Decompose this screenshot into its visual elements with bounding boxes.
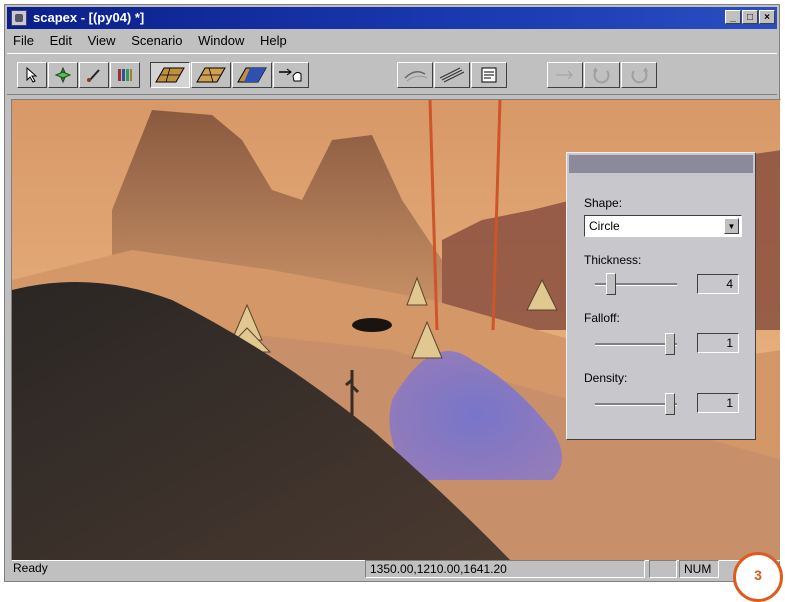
terrain-grid-button[interactable] xyxy=(150,62,190,88)
undo-button[interactable] xyxy=(621,62,657,88)
toolbar xyxy=(7,53,777,95)
redo-button[interactable] xyxy=(584,62,620,88)
falloff-label: Falloff: xyxy=(584,311,620,325)
wind-tool-button[interactable] xyxy=(397,62,433,88)
falloff-slider-thumb[interactable] xyxy=(665,333,676,355)
status-text: Ready xyxy=(13,561,48,575)
shape-dropdown[interactable]: Circle ▼ xyxy=(584,215,742,237)
menu-edit[interactable]: Edit xyxy=(44,31,78,48)
library-tool-button[interactable] xyxy=(110,62,140,88)
menu-help[interactable]: Help xyxy=(254,31,293,48)
chevron-down-icon[interactable]: ▼ xyxy=(724,218,739,234)
title-bar[interactable]: scapex - [(py04) *] _ □ × xyxy=(7,7,777,29)
falloff-value[interactable]: 1 xyxy=(697,333,739,353)
menu-bar: File Edit View Scenario Window Help xyxy=(7,31,777,51)
num-lock-indicator: NUM xyxy=(679,560,719,578)
terrain-water-button[interactable] xyxy=(232,62,272,88)
density-slider-thumb[interactable] xyxy=(665,393,676,415)
hand-arrow-icon xyxy=(279,68,302,82)
maximize-button[interactable]: □ xyxy=(742,10,758,24)
properties-icon xyxy=(481,67,497,83)
pointer-icon xyxy=(26,67,38,83)
window-controls: _ □ × xyxy=(724,10,775,24)
brush-tool-button[interactable] xyxy=(79,62,109,88)
books-icon xyxy=(118,69,132,81)
shape-value: Circle xyxy=(589,219,620,233)
thickness-slider-thumb[interactable] xyxy=(606,273,617,295)
wave-lines-icon xyxy=(439,67,465,83)
terrain-flat-button[interactable] xyxy=(191,62,231,88)
brush-icon xyxy=(87,69,100,82)
waves-tool-button[interactable] xyxy=(434,62,470,88)
status-pane-empty xyxy=(649,560,677,578)
density-label: Density: xyxy=(584,371,628,385)
arrow-right-icon xyxy=(556,70,573,80)
target-tool-button[interactable] xyxy=(48,62,78,88)
shape-label: Shape: xyxy=(584,196,623,210)
panel-titlebar[interactable] xyxy=(569,155,753,173)
menu-scenario[interactable]: Scenario xyxy=(125,31,188,48)
terrain-flat-icon xyxy=(196,67,226,83)
menu-window[interactable]: Window xyxy=(192,31,250,48)
move-tool-button[interactable] xyxy=(273,62,309,88)
target-icon xyxy=(54,66,72,84)
menu-file[interactable]: File xyxy=(7,31,40,48)
wind-icon xyxy=(404,71,428,82)
step-number-badge: 3 xyxy=(733,552,783,602)
app-icon[interactable] xyxy=(11,10,27,26)
status-bar: Ready 1350.00,1210.00,1641.20 NUM xyxy=(7,559,777,579)
coordinates-readout: 1350.00,1210.00,1641.20 xyxy=(365,560,645,578)
menu-view[interactable]: View xyxy=(82,31,122,48)
forward-button[interactable] xyxy=(547,62,583,88)
app-window: scapex - [(py04) *] _ □ × File Edit View… xyxy=(4,4,781,582)
thickness-label: Thickness: xyxy=(584,253,642,267)
redo-icon xyxy=(593,67,610,84)
terrain-water-icon xyxy=(237,67,267,83)
close-button[interactable]: × xyxy=(759,10,775,24)
properties-button[interactable] xyxy=(471,62,507,88)
thickness-value[interactable]: 4 xyxy=(697,274,739,294)
select-tool-button[interactable] xyxy=(17,62,47,88)
window-title: scapex - [(py04) *] xyxy=(33,10,145,25)
minimize-button[interactable]: _ xyxy=(725,10,741,24)
brush-settings-panel: Shape: Circle ▼ Thickness: 4 Falloff: 1 … xyxy=(566,152,756,440)
density-value[interactable]: 1 xyxy=(697,393,739,413)
terrain-grid-icon xyxy=(155,67,185,83)
undo-icon xyxy=(631,67,648,84)
